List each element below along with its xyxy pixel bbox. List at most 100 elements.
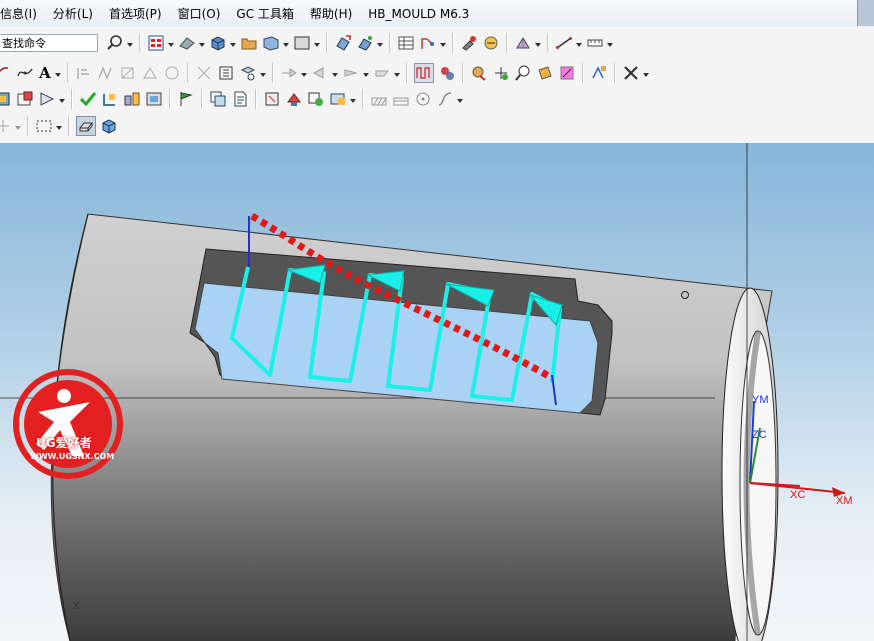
- toolpath-icon[interactable]: [414, 63, 434, 83]
- section-dropdown[interactable]: [534, 34, 541, 52]
- s-curve-icon[interactable]: [436, 90, 454, 108]
- assembly-icon[interactable]: [0, 90, 12, 108]
- flag-icon[interactable]: [177, 90, 195, 108]
- cavity-icon[interactable]: [145, 90, 163, 108]
- section-icon[interactable]: [514, 34, 532, 52]
- measure-dropdown[interactable]: [575, 34, 582, 52]
- curve-icon[interactable]: [419, 34, 437, 52]
- layer-dropdown[interactable]: [167, 34, 174, 52]
- snap-dropdown[interactable]: [376, 34, 383, 52]
- ruler-dropdown[interactable]: [606, 34, 613, 52]
- rectangle-select-icon[interactable]: [35, 117, 53, 135]
- shade-dropdown[interactable]: [198, 34, 205, 52]
- bridge-curve-icon[interactable]: [97, 64, 115, 82]
- s-curve-dropdown[interactable]: [456, 90, 463, 108]
- move-icon[interactable]: [334, 34, 352, 52]
- revolve-dropdown[interactable]: [331, 64, 338, 82]
- intersect-curve-icon[interactable]: [195, 64, 213, 82]
- tool-icon[interactable]: [460, 34, 478, 52]
- constraint-dropdown[interactable]: [58, 90, 65, 108]
- slider-icon[interactable]: [285, 90, 303, 108]
- close-icon[interactable]: [622, 64, 640, 82]
- generate-icon[interactable]: [590, 64, 608, 82]
- toolbar-row-4: [0, 113, 120, 139]
- separator: [614, 63, 616, 83]
- box-dropdown[interactable]: [229, 34, 236, 52]
- check-icon[interactable]: [79, 90, 97, 108]
- menu-help[interactable]: 帮助(H): [302, 5, 360, 22]
- shaded-icon[interactable]: [100, 117, 118, 135]
- lens-icon[interactable]: [514, 64, 532, 82]
- electrode-icon[interactable]: [263, 90, 281, 108]
- wireframe-icon[interactable]: [76, 116, 96, 136]
- arc-icon[interactable]: [0, 64, 12, 82]
- command-finder-input[interactable]: [0, 34, 98, 52]
- constraint-icon[interactable]: [38, 90, 56, 108]
- ejector-icon[interactable]: [307, 90, 325, 108]
- square-dropdown[interactable]: [313, 34, 320, 52]
- method-icon[interactable]: [558, 64, 576, 82]
- cooling-dropdown[interactable]: [349, 90, 356, 108]
- search-icon[interactable]: [106, 34, 124, 52]
- text-icon[interactable]: A: [38, 64, 52, 82]
- extrude-icon[interactable]: [280, 64, 298, 82]
- parting-icon[interactable]: [123, 90, 141, 108]
- close-dropdown[interactable]: [642, 64, 649, 82]
- menu-analysis[interactable]: 分析(L): [45, 5, 101, 22]
- document-icon[interactable]: [231, 90, 249, 108]
- extrude-dropdown[interactable]: [300, 64, 307, 82]
- point-icon[interactable]: [492, 64, 510, 82]
- view-dropdown[interactable]: [282, 34, 289, 52]
- menu-preferences[interactable]: 首选项(P): [101, 5, 170, 22]
- ruler-icon[interactable]: [586, 34, 604, 52]
- square-icon[interactable]: [293, 34, 311, 52]
- selection-filter-icon[interactable]: [0, 117, 12, 135]
- table-icon[interactable]: [397, 34, 415, 52]
- operation-icon[interactable]: [438, 64, 456, 82]
- search-dropdown[interactable]: [126, 34, 133, 52]
- offset-curve-icon[interactable]: [75, 64, 93, 82]
- analysis-icon[interactable]: [482, 34, 500, 52]
- watermark-emblem: [13, 369, 123, 479]
- component-icon[interactable]: [16, 90, 34, 108]
- program-icon[interactable]: [470, 64, 488, 82]
- spline-icon[interactable]: [16, 64, 34, 82]
- menu-window[interactable]: 窗口(O): [170, 5, 229, 22]
- view-icon[interactable]: [262, 34, 280, 52]
- curve-dropdown[interactable]: [439, 34, 446, 52]
- separator: [139, 33, 141, 53]
- selection-filter-dropdown[interactable]: [14, 117, 21, 135]
- wrap-curve-icon[interactable]: [163, 64, 181, 82]
- extract-curve-icon[interactable]: [239, 64, 257, 82]
- copy-icon[interactable]: [209, 90, 227, 108]
- layer-settings-icon[interactable]: [147, 34, 165, 52]
- menu-info[interactable]: 信息(I): [0, 5, 45, 22]
- shade-icon[interactable]: [178, 34, 196, 52]
- project-curve-icon[interactable]: [119, 64, 137, 82]
- window-control[interactable]: [857, 0, 874, 26]
- trim-dropdown[interactable]: [393, 64, 400, 82]
- snap-icon[interactable]: [356, 34, 374, 52]
- text-dropdown[interactable]: [54, 64, 61, 82]
- hatch-fill-icon[interactable]: [392, 90, 410, 108]
- cooling-icon[interactable]: [329, 90, 347, 108]
- combine-curve-icon[interactable]: [141, 64, 159, 82]
- sweep-dropdown[interactable]: [362, 64, 369, 82]
- box-icon[interactable]: [209, 34, 227, 52]
- sweep-icon[interactable]: [342, 64, 360, 82]
- separator: [326, 33, 328, 53]
- geometry-icon[interactable]: [536, 64, 554, 82]
- trim-icon[interactable]: [373, 64, 391, 82]
- isoparametric-icon[interactable]: [217, 64, 235, 82]
- menu-gc-toolbox[interactable]: GC 工具箱: [228, 5, 302, 22]
- mold-tool-icon[interactable]: [101, 90, 119, 108]
- folder-icon[interactable]: [240, 34, 258, 52]
- circle-point-icon[interactable]: [414, 90, 432, 108]
- menu-hb-mould[interactable]: HB_MOULD M6.3: [360, 7, 477, 21]
- revolve-icon[interactable]: [311, 64, 329, 82]
- graphics-viewport[interactable]: YM ZC XC XM X: [0, 143, 874, 641]
- hatch-icon[interactable]: [370, 90, 388, 108]
- rectangle-select-dropdown[interactable]: [55, 117, 62, 135]
- measure-icon[interactable]: [555, 34, 573, 52]
- extract-dropdown[interactable]: [259, 64, 266, 82]
